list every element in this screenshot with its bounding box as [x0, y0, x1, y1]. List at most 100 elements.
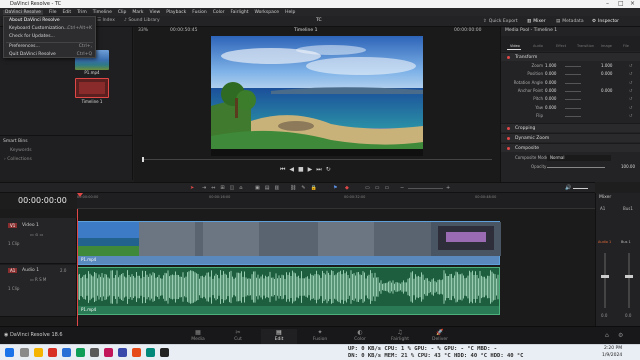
transform-value-x[interactable]: 0.000	[545, 80, 556, 85]
sound-library-button[interactable]: ♪ Sound Library	[124, 18, 160, 23]
page-media[interactable]: ▦ Media	[180, 329, 216, 344]
zoom-plus-icon[interactable]: +	[446, 185, 450, 191]
menu-playback[interactable]: Playback	[166, 10, 186, 15]
zoom-slider[interactable]	[408, 188, 443, 189]
taskbar-app-4-icon[interactable]	[76, 348, 85, 357]
menu-clip[interactable]: Clip	[118, 10, 127, 15]
transform-slider[interactable]	[565, 107, 581, 109]
viewer-timeline-name[interactable]: Timeline 1	[294, 28, 317, 33]
transform-value-x[interactable]: 0.000	[545, 88, 556, 93]
taskbar-resolve-icon[interactable]	[160, 348, 169, 357]
transform-value-x[interactable]: 0.000	[545, 105, 556, 110]
transform-slider[interactable]	[565, 115, 581, 117]
edit-tools-icons[interactable]: ⇥⇔⊞◫⌂	[202, 185, 247, 191]
clock-time[interactable]: 2:20 PM	[604, 346, 622, 351]
flag-icon[interactable]: ⚑	[333, 185, 337, 191]
transform-value-y[interactable]: 1.000	[601, 63, 612, 68]
video-clip[interactable]: P1.mp4	[77, 221, 501, 265]
selection-tool-icon[interactable]: ➤	[190, 185, 194, 191]
zoom-icons[interactable]: ▭▭▭	[365, 185, 394, 191]
fader-a1[interactable]	[604, 253, 606, 308]
inspector-button[interactable]: ⚙ Inspector	[592, 17, 619, 26]
taskbar-app-6-icon[interactable]	[104, 348, 113, 357]
menu-timeline[interactable]: Timeline	[93, 10, 112, 15]
dd-about[interactable]: About DaVinci Resolve	[9, 18, 94, 23]
reset-icon[interactable]: ↺	[629, 113, 632, 118]
scrubber-playhead[interactable]	[142, 157, 144, 162]
transform-slider[interactable]	[565, 74, 581, 76]
reset-icon[interactable]: ↺	[629, 80, 632, 85]
clip-tools-icons[interactable]: ▣▤▥	[255, 185, 284, 191]
start-icon[interactable]	[5, 348, 14, 357]
close-button[interactable]: ×	[630, 0, 635, 8]
metadata-button[interactable]: ▤ Metadata	[556, 17, 584, 26]
page-fusion[interactable]: ✦ Fusion	[302, 329, 338, 344]
timeline-ruler[interactable]: 00:00:00:00 00:00:16:00 00:00:32:00 00:0…	[77, 193, 595, 209]
tab-transition[interactable]: Transition	[577, 44, 594, 48]
taskbar-app-2-icon[interactable]	[48, 348, 57, 357]
dd-quit[interactable]: Quit DaVinci Resolve Ctrl+Q	[9, 52, 94, 57]
quick-export-button[interactable]: ⇪ Quick Export	[483, 17, 518, 26]
taskbar-app-5-icon[interactable]	[90, 348, 99, 357]
track-controls-v1[interactable]: ▭ ⊙ ▭	[30, 232, 43, 237]
section-cropping[interactable]: Cropping	[501, 123, 640, 132]
viewer-scrubber[interactable]	[142, 159, 492, 160]
mixer-button[interactable]: ▥ Mixer	[527, 17, 546, 26]
reset-icon[interactable]: ↺	[629, 71, 632, 76]
fader-bus1[interactable]	[628, 253, 630, 308]
fader-knob-bus1[interactable]	[625, 275, 633, 278]
transform-slider[interactable]	[565, 66, 581, 67]
transform-value-y[interactable]: 0.000	[601, 71, 612, 76]
snap-link-icons[interactable]: ⛓✎🔒	[290, 185, 322, 191]
page-color[interactable]: ◐ Color	[342, 329, 378, 344]
page-deliver[interactable]: 🚀 Deliver	[422, 329, 458, 344]
menu-trim[interactable]: Trim	[77, 10, 87, 15]
page-fairlight[interactable]: ♫ Fairlight	[382, 329, 418, 344]
smart-bin-keywords[interactable]: Keywords	[10, 148, 32, 153]
section-transform[interactable]: Transform	[501, 52, 640, 61]
dd-keyboard[interactable]: Keyboard Customization... Ctrl+Alt+K	[9, 26, 94, 31]
minimize-button[interactable]: –	[606, 0, 609, 8]
transform-slider[interactable]	[565, 90, 581, 92]
volume-icon[interactable]: 🔊	[565, 185, 571, 191]
menu-color[interactable]: Color	[213, 10, 225, 15]
track-id-a1[interactable]: A1	[8, 268, 18, 273]
section-composite[interactable]: Composite	[501, 143, 640, 152]
section-dynamic-zoom[interactable]: Dynamic Zoom	[501, 133, 640, 142]
viewer-zoom[interactable]: 33%	[138, 28, 148, 33]
tab-effect[interactable]: Effect	[556, 44, 566, 48]
taskbar-app-7-icon[interactable]	[118, 348, 127, 357]
composite-mode-select[interactable]: Normal	[547, 155, 611, 161]
track-controls-a1[interactable]: ▭ R S M	[30, 277, 46, 282]
tab-file[interactable]: File	[623, 44, 629, 48]
opacity-value[interactable]: 100.00	[621, 164, 635, 169]
timeline-thumbnail[interactable]	[75, 78, 109, 98]
page-edit[interactable]: ▤ Edit	[261, 329, 297, 344]
menu-fusion[interactable]: Fusion	[192, 10, 206, 15]
marker-icon[interactable]: ◆	[345, 185, 349, 191]
taskbar-app-1-icon[interactable]	[34, 348, 43, 357]
clock-date[interactable]: 1/9/2024	[602, 353, 622, 358]
menu-davinci-resolve[interactable]: DaVinci Resolve	[3, 9, 43, 15]
opacity-slider[interactable]	[547, 167, 605, 168]
track-id-v1[interactable]: V1	[8, 223, 18, 228]
tab-image[interactable]: Image	[601, 44, 612, 48]
dd-check-updates[interactable]: Check for Updates...	[9, 34, 94, 39]
menu-mark[interactable]: Mark	[132, 10, 143, 15]
taskbar-app-9-icon[interactable]	[146, 348, 155, 357]
tab-audio[interactable]: Audio	[533, 44, 543, 48]
video-frame[interactable]	[211, 36, 423, 156]
search-icon[interactable]	[20, 348, 29, 357]
transform-value-x[interactable]: 1.000	[545, 63, 556, 68]
transform-value-x[interactable]: 0.000	[545, 71, 556, 76]
menu-edit[interactable]: Edit	[62, 10, 71, 15]
menu-workspace[interactable]: Workspace	[254, 10, 279, 15]
menu-file[interactable]: File	[49, 10, 57, 15]
audio-clip[interactable]: P1.mp4	[77, 267, 500, 315]
timeline-timecode[interactable]: 00:00:00:00	[0, 193, 77, 209]
transform-slider[interactable]	[565, 99, 581, 101]
reset-icon[interactable]: ↺	[629, 96, 632, 101]
settings-icon[interactable]: ⚙	[618, 332, 623, 339]
fader-knob-a1[interactable]	[601, 275, 609, 278]
tab-video[interactable]: Video	[510, 44, 520, 48]
